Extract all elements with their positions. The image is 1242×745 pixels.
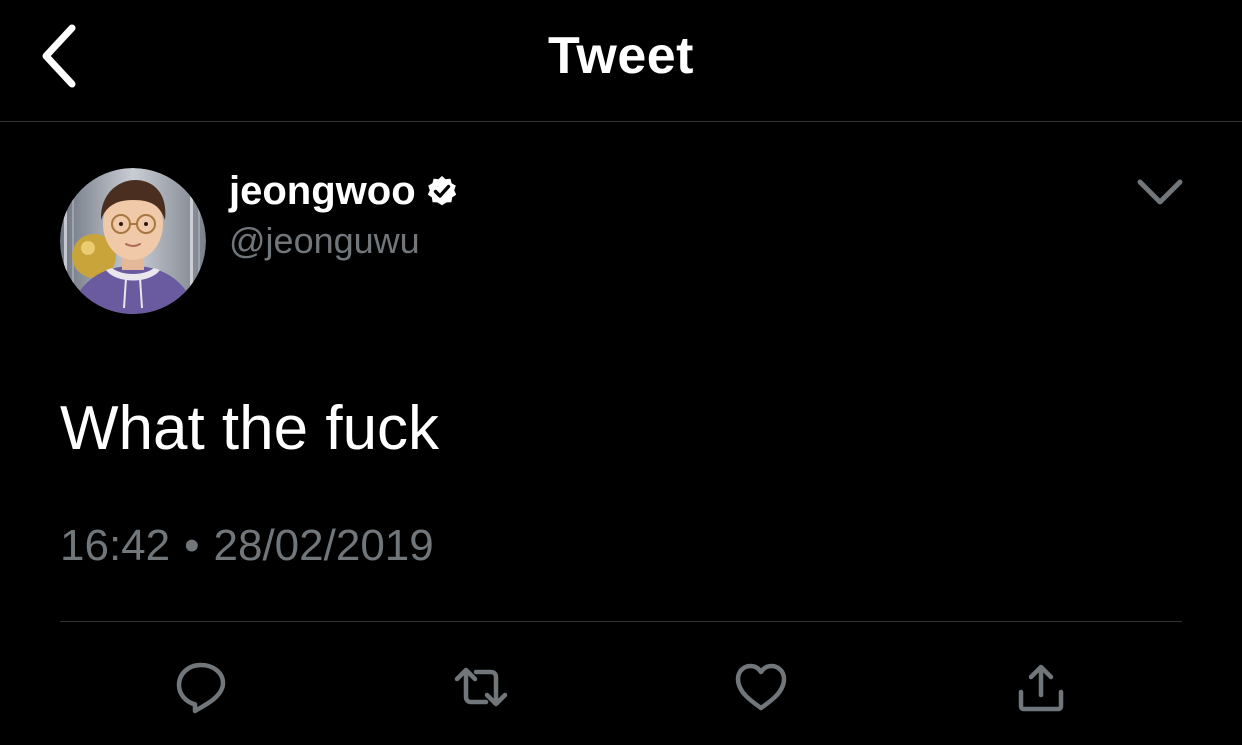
more-options-button[interactable]: [1130, 170, 1190, 214]
avatar-photo: [60, 168, 206, 314]
page-title: Tweet: [547, 27, 694, 85]
reply-icon: [176, 662, 226, 714]
timestamp-separator: •: [184, 521, 200, 570]
reply-button[interactable]: [166, 652, 236, 722]
tweet-date: 28/02/2019: [213, 521, 434, 570]
chevron-down-icon: [1137, 179, 1183, 205]
action-bar: [0, 652, 1242, 722]
tweet-text: What the fuck: [60, 394, 440, 463]
share-icon: [1018, 664, 1064, 712]
like-button[interactable]: [726, 652, 796, 722]
retweet-button[interactable]: [446, 652, 516, 722]
tweet-timestamp: 16:42 • 28/02/2019: [60, 518, 434, 574]
verified-badge-icon: [426, 175, 458, 207]
heart-icon: [735, 663, 787, 711]
author-name-row: jeongwoo: [229, 166, 458, 216]
avatar[interactable]: [60, 168, 206, 314]
divider: [60, 621, 1182, 622]
display-name[interactable]: jeongwoo: [229, 167, 416, 215]
top-bar: Tweet: [0, 0, 1242, 122]
retweet-icon: [454, 667, 508, 707]
user-handle[interactable]: @jeonguwu: [229, 219, 420, 263]
share-button[interactable]: [1006, 652, 1076, 722]
tweet-time: 16:42: [60, 521, 171, 570]
tweet-detail-screen: Tweet jeongwoo @jeonguwu What the fuck 1…: [0, 0, 1242, 745]
